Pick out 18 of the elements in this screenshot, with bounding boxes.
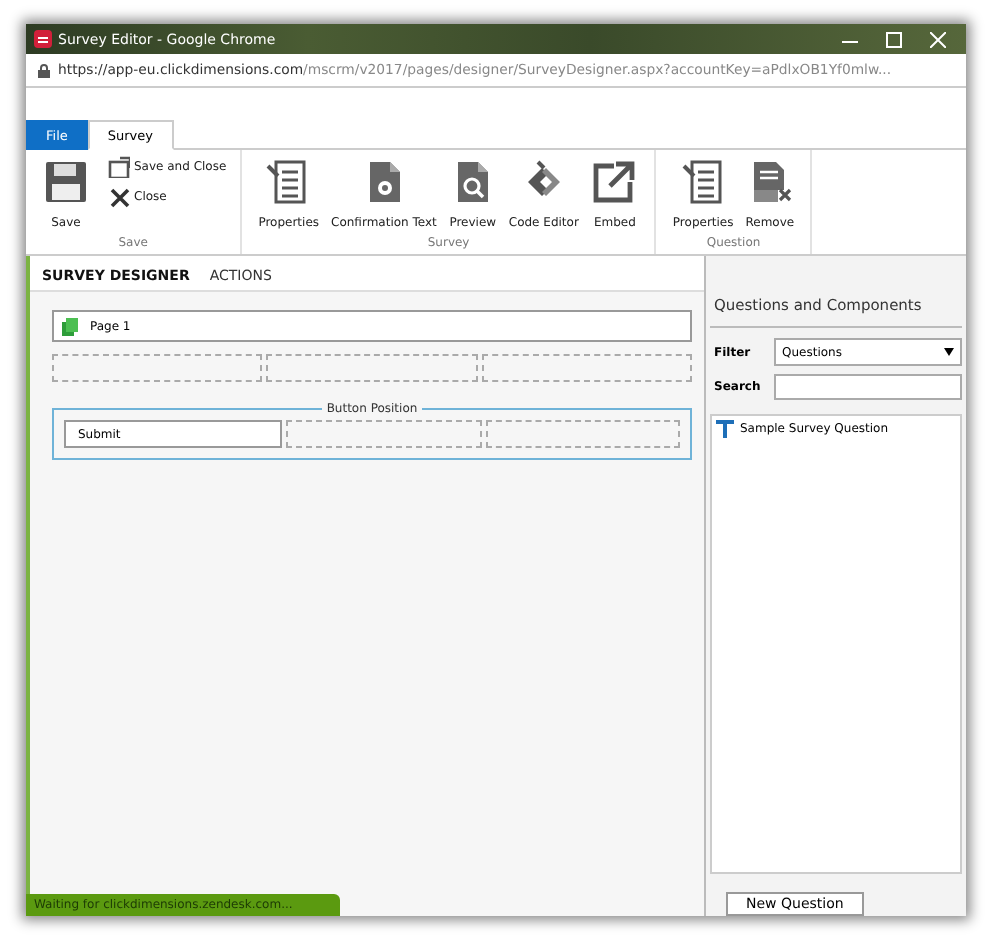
app-logo-icon — [34, 30, 52, 48]
text-t-icon — [716, 420, 734, 438]
maximize-icon — [886, 31, 902, 47]
drop-zone[interactable] — [52, 354, 263, 382]
drop-zone[interactable] — [266, 354, 478, 382]
close-icon — [930, 31, 946, 47]
drop-zone[interactable] — [481, 354, 692, 382]
maximize-button[interactable] — [886, 31, 902, 47]
search-field[interactable] — [774, 374, 962, 400]
drop-zone[interactable] — [485, 420, 680, 448]
close-button[interactable] — [930, 31, 946, 47]
caret-icon — [944, 348, 954, 356]
box-arrow-icon — [590, 158, 639, 206]
lock-icon — [38, 63, 50, 77]
close-icon — [108, 186, 130, 208]
form-list-icon — [679, 158, 728, 206]
pages-icon — [62, 317, 78, 335]
drop-zone[interactable] — [286, 420, 482, 448]
